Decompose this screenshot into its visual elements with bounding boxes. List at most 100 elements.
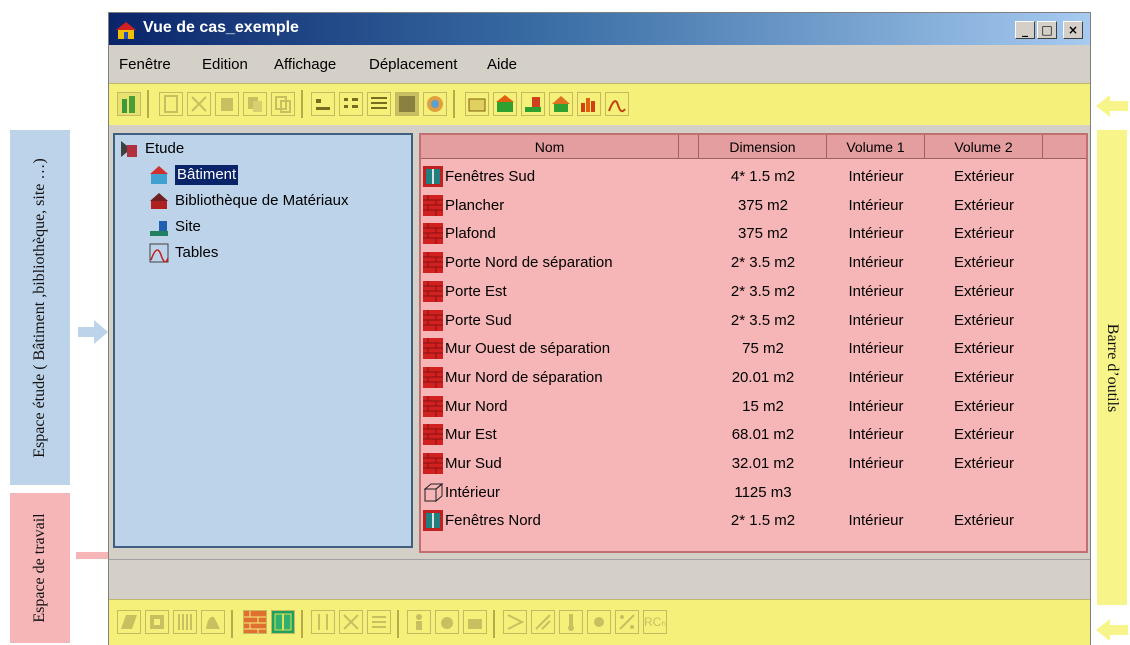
cell-dimension: 20.01 m2	[731, 368, 795, 386]
cell-nom: Porte Sud	[445, 311, 512, 329]
separator	[231, 610, 233, 638]
window-icon	[423, 510, 443, 532]
thermometer-icon[interactable]	[559, 610, 583, 634]
brick-icon	[423, 223, 443, 245]
cube-icon	[423, 482, 444, 503]
column-nom[interactable]: Nom	[421, 135, 679, 159]
cell-nom: Porte Nord de séparation	[445, 254, 613, 272]
table-row[interactable]: Fenêtres Sud 4* 1.5 m2 Intérieur Extérieur	[421, 162, 1086, 191]
delete-icon[interactable]	[187, 92, 211, 116]
cell-volume-1: Intérieur	[848, 455, 904, 472]
cell-volume-2: Extérieur	[953, 455, 1015, 472]
workspace-table: Nom Dimension Volume 1 Volume 2 Fenêtres…	[419, 133, 1088, 553]
paste-icon[interactable]	[243, 92, 267, 116]
cell-nom: Mur Est	[445, 426, 497, 444]
table-row[interactable]: Intérieur 1125 m3	[421, 478, 1086, 507]
brick-icon	[423, 395, 443, 417]
histogram-icon[interactable]	[577, 92, 601, 116]
cell-volume-2: Extérieur	[953, 368, 1015, 386]
copy-icon[interactable]	[271, 92, 295, 116]
cut-icon[interactable]	[215, 92, 239, 116]
arrows-cross-icon[interactable]	[339, 610, 363, 634]
flow-icon[interactable]	[531, 610, 555, 634]
table-row[interactable]: Fenêtres Nord 2* 1.5 m2 Intérieur Extérieur	[421, 506, 1086, 535]
separator	[397, 610, 399, 638]
color-wheel-icon[interactable]	[423, 92, 447, 116]
opening-icon[interactable]	[145, 610, 169, 634]
rch-icon[interactable]: RCₕ	[643, 610, 667, 634]
tree-root-etude[interactable]: Etude	[145, 139, 184, 159]
brick-icon	[423, 280, 443, 302]
table-row[interactable]: Mur Nord 15 m2 Intérieur Extérieur	[421, 392, 1086, 421]
table-row[interactable]: Mur Sud 32.01 m2 Intérieur Extérieur	[421, 449, 1086, 478]
menu-deplacement[interactable]: Déplacement	[369, 56, 457, 73]
house-icon[interactable]	[549, 92, 573, 116]
table-row[interactable]: Plafond 375 m2 Intérieur Extérieur	[421, 219, 1086, 248]
title-bar[interactable]: Vue de cas_exemple _ □ ×	[109, 13, 1090, 45]
column-splitter[interactable]	[679, 135, 699, 159]
tree-item-bibliotheque[interactable]: Bibliothèque de Matériaux	[175, 191, 348, 211]
annotation-barre-outils: Barre d’outils	[1097, 130, 1127, 605]
cell-volume-1: Intérieur	[848, 340, 904, 358]
menu-edition[interactable]: Edition	[202, 56, 248, 73]
minimize-button[interactable]: _	[1015, 21, 1035, 39]
heating-icon[interactable]	[435, 610, 459, 634]
cell-nom: Mur Nord	[445, 397, 508, 415]
table-row[interactable]: Porte Sud 2* 3.5 m2 Intérieur Extérieur	[421, 306, 1086, 335]
window-icon	[423, 166, 443, 187]
details-view-icon[interactable]	[395, 92, 419, 116]
menu-aide[interactable]: Aide	[487, 56, 517, 73]
table-row[interactable]: Porte Nord de séparation 2* 3.5 m2 Intérie…	[421, 248, 1086, 277]
large-icons-view-icon[interactable]	[311, 92, 335, 116]
hatch-icon[interactable]	[173, 610, 197, 634]
surface-icon[interactable]	[117, 610, 141, 634]
shading-icon[interactable]	[201, 610, 225, 634]
table-row[interactable]: Porte Est 2* 3.5 m2 Intérieur Extérieur	[421, 277, 1086, 306]
building-icon[interactable]	[493, 92, 517, 116]
equipment-icon[interactable]	[463, 610, 487, 634]
column-volume-2[interactable]: Volume 2	[925, 135, 1043, 159]
column-dimension[interactable]: Dimension	[699, 135, 827, 159]
arrows-vertical-icon[interactable]	[311, 610, 335, 634]
cell-dimension: 4* 1.5 m2	[730, 168, 796, 185]
window-element-icon[interactable]	[271, 610, 295, 634]
new-file-icon[interactable]	[159, 92, 183, 116]
annotation-barre-outils-text: Barre d’outils	[1104, 323, 1121, 412]
table-row[interactable]: Plancher 375 m2 Intérieur Extérieur	[421, 191, 1086, 220]
window-title: Vue de cas_exemple	[143, 19, 299, 36]
toolbar-bottom: RCₕ	[109, 599, 1090, 645]
table-row[interactable]: Mur Ouest de séparation 75 m2 Intérieur Ext…	[421, 334, 1086, 363]
curve-chart-icon[interactable]	[605, 92, 629, 116]
brick-wall-icon[interactable]	[243, 610, 267, 634]
close-button[interactable]: ×	[1063, 21, 1083, 39]
brick-icon	[423, 194, 443, 216]
table-row[interactable]: Mur Nord de séparation 20.01 m2 Intérieur E…	[421, 363, 1086, 392]
table-row[interactable]: Mur Est 68.01 m2 Intérieur Extérieur	[421, 420, 1086, 449]
maximize-button[interactable]: □	[1037, 21, 1057, 39]
column-volume-1[interactable]: Volume 1	[827, 135, 925, 159]
tree-item-tables[interactable]: Tables	[175, 243, 218, 263]
menu-fenetre[interactable]: Fenêtre	[119, 56, 171, 73]
menu-affichage[interactable]: Affichage	[274, 56, 336, 73]
schedule-icon[interactable]	[503, 610, 527, 634]
small-icons-view-icon[interactable]	[339, 92, 363, 116]
building-icon	[150, 166, 168, 184]
tree-item-batiment[interactable]: Bâtiment	[175, 165, 239, 185]
cell-nom: Fenêtres Nord	[445, 512, 541, 530]
cell-dimension: 32.01 m2	[731, 455, 795, 472]
separator	[301, 610, 303, 638]
ventilation-icon[interactable]	[367, 610, 391, 634]
percent-icon[interactable]	[615, 610, 639, 634]
list-view-icon[interactable]	[367, 92, 391, 116]
annotation-espace-travail-text: Espace de travail	[31, 513, 48, 623]
site-icon[interactable]	[521, 92, 545, 116]
cell-nom: Mur Sud	[445, 455, 502, 472]
tree-item-site[interactable]: Site	[175, 217, 201, 237]
sun-radiation-icon[interactable]	[587, 610, 611, 634]
study-folder-icon[interactable]	[465, 92, 489, 116]
brick-icon	[423, 338, 443, 360]
site-icon	[150, 221, 168, 236]
occupant-icon[interactable]	[407, 610, 431, 634]
separator	[147, 90, 149, 118]
run-icon[interactable]	[117, 92, 141, 116]
